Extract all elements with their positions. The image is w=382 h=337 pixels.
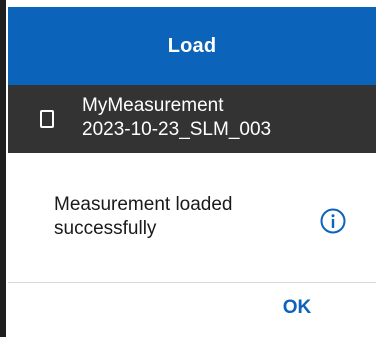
load-dialog: Load MyMeasurement 2023-10-23_SLM_003 Me…	[8, 0, 376, 337]
measurement-item[interactable]: MyMeasurement 2023-10-23_SLM_003	[8, 85, 376, 153]
measurement-name: MyMeasurement	[82, 95, 224, 116]
status-message-line1: Measurement loaded	[54, 194, 233, 215]
measurement-file: 2023-10-23_SLM_003	[82, 119, 272, 140]
divider	[8, 282, 376, 283]
measurement-item-text: MyMeasurement 2023-10-23_SLM_003	[82, 94, 271, 142]
screen: Load MyMeasurement 2023-10-23_SLM_003 Me…	[0, 0, 382, 337]
info-icon	[320, 208, 346, 234]
dialog-header: Load	[8, 7, 376, 85]
ok-button[interactable]: OK	[256, 288, 338, 328]
file-icon	[40, 110, 54, 128]
status-message: Measurement loaded successfully	[54, 193, 284, 241]
dialog-title: Load	[167, 34, 217, 57]
status-message-line2: successfully	[54, 218, 157, 239]
window-edge	[0, 0, 6, 337]
